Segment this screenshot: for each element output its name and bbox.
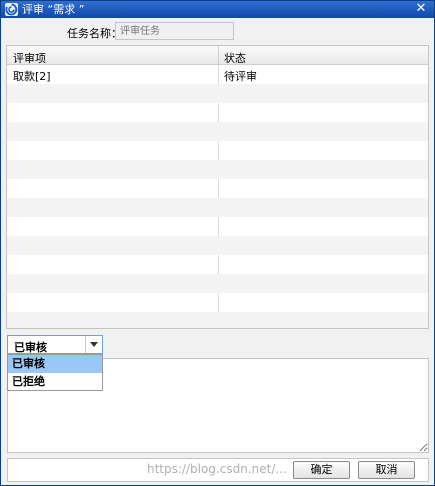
- close-icon[interactable]: ✕: [414, 2, 428, 16]
- table-header: 评审项 状态: [7, 46, 428, 65]
- cell-status: 待评审: [224, 70, 257, 83]
- dialog-title: 评审 “需求 ”: [22, 3, 85, 16]
- empty-row: [7, 274, 428, 293]
- app-logo-icon: [5, 3, 18, 16]
- empty-row: [7, 293, 428, 312]
- empty-row: [7, 141, 428, 160]
- empty-row: [7, 236, 428, 255]
- task-name-row: 任务名称：: [1, 18, 434, 45]
- watermark-text: https://blog.csdn.net/...: [147, 462, 287, 476]
- cell-review-item: 取款[2]: [13, 70, 51, 83]
- empty-row: [7, 122, 428, 141]
- empty-row: [7, 198, 428, 217]
- title-bar[interactable]: 评审 “需求 ” ✕: [1, 1, 434, 18]
- column-header-status[interactable]: 状态: [224, 50, 246, 66]
- review-result-select[interactable]: 已审核: [7, 335, 103, 354]
- empty-row: [7, 84, 428, 103]
- review-result-value: 已审核: [14, 341, 47, 354]
- review-result-options: 已审核 已拒绝: [7, 354, 103, 391]
- empty-row: [7, 179, 428, 198]
- empty-row: [7, 255, 428, 274]
- column-header-review-item[interactable]: 评审项: [13, 50, 46, 66]
- table-row[interactable]: 取款[2] 待评审: [7, 65, 428, 84]
- task-name-label: 任务名称：: [67, 27, 122, 40]
- empty-row: [7, 160, 428, 179]
- empty-row: [7, 312, 428, 328]
- ok-button[interactable]: 确定: [293, 461, 350, 479]
- empty-row: [7, 103, 428, 122]
- empty-row: [7, 217, 428, 236]
- review-dialog: 评审 “需求 ” ✕ 任务名称： 评审项 状态 取款[2] 待评审 已审核: [0, 0, 435, 486]
- chevron-down-icon[interactable]: [85, 336, 102, 353]
- task-name-input[interactable]: [115, 22, 234, 40]
- option-rejected[interactable]: 已拒绝: [8, 373, 102, 391]
- review-items-table: 评审项 状态 取款[2] 待评审: [6, 45, 429, 329]
- option-approved[interactable]: 已审核: [8, 355, 102, 373]
- column-divider[interactable]: [218, 46, 219, 65]
- cancel-button[interactable]: 取消: [358, 461, 415, 479]
